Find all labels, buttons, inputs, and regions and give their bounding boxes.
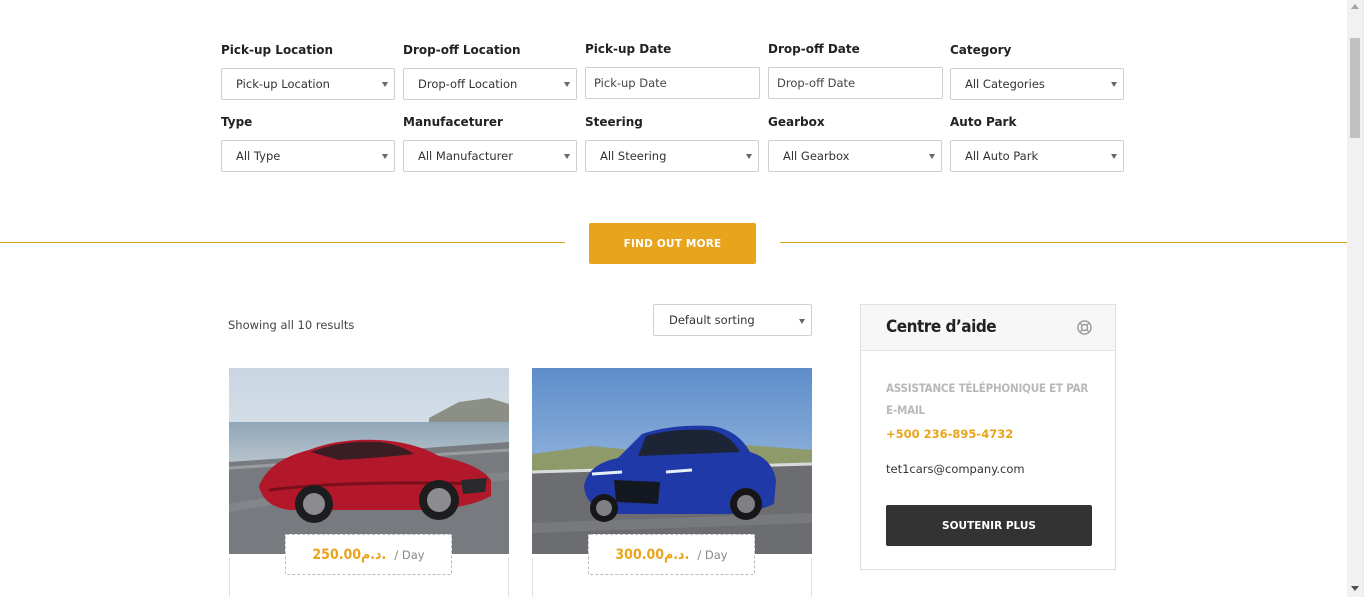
find-out-more-button[interactable]: FIND OUT MORE [589, 223, 756, 264]
pickup-date-placeholder: Pick-up Date [594, 76, 667, 90]
car-image[interactable] [532, 368, 812, 554]
category-select[interactable]: All Categories [950, 68, 1124, 100]
page: Pick-up Location Drop-off Location Pick-… [0, 0, 1371, 597]
scroll-thumb[interactable] [1350, 38, 1360, 138]
divider-left [0, 242, 565, 243]
lifebuoy-icon [1077, 320, 1092, 335]
support-more-button[interactable]: SOUTENIR PLUS [886, 505, 1092, 546]
price-tag: 250.00د.م. / Day [285, 534, 452, 575]
dropoff-location-label: Drop-off Location [403, 43, 521, 57]
help-title: Centre d’aide [886, 317, 997, 337]
chevron-down-icon [1111, 82, 1117, 87]
chevron-down-icon [1111, 154, 1117, 159]
help-header: Centre d’aide [861, 305, 1115, 351]
chevron-down-icon [564, 82, 570, 87]
chevron-down-icon [746, 154, 752, 159]
auto-park-label: Auto Park [950, 115, 1017, 129]
sorting-select[interactable]: Default sorting [653, 304, 812, 336]
pickup-location-value: Pick-up Location [236, 77, 330, 91]
chevron-down-icon [564, 154, 570, 159]
help-email[interactable]: tet1cars@company.com [886, 462, 1025, 476]
dropoff-date-label: Drop-off Date [768, 42, 860, 56]
help-widget: Centre d’aide ASSISTANCE TÉLÉPHONIQUE ET… [860, 304, 1116, 570]
price-value: 250.00د.م. [312, 546, 387, 563]
help-phone[interactable]: +500 236-895-4732 [886, 427, 1013, 441]
gearbox-select[interactable]: All Gearbox [768, 140, 942, 172]
type-label: Type [221, 115, 253, 129]
car-card[interactable]: 250.00د.م. / Day [229, 368, 509, 597]
scroll-down-icon[interactable] [1351, 586, 1359, 591]
pickup-location-select[interactable]: Pick-up Location [221, 68, 395, 100]
category-label: Category [950, 43, 1012, 57]
chevron-down-icon [929, 154, 935, 159]
pickup-date-label: Pick-up Date [585, 42, 672, 56]
type-select[interactable]: All Type [221, 140, 395, 172]
price-unit: / Day [394, 547, 425, 562]
window-edge [1363, 0, 1371, 597]
category-value: All Categories [965, 77, 1045, 91]
dropoff-location-value: Drop-off Location [418, 77, 518, 91]
results-count: Showing all 10 results [228, 318, 355, 332]
type-value: All Type [236, 149, 281, 163]
scrollbar[interactable] [1347, 0, 1363, 597]
sorting-value: Default sorting [669, 313, 755, 327]
dropoff-date-placeholder: Drop-off Date [777, 76, 856, 90]
scroll-up-icon[interactable] [1351, 4, 1359, 9]
chevron-down-icon [382, 82, 388, 87]
manufacturer-select[interactable]: All Manufacturer [403, 140, 577, 172]
price-value: 300.00د.م. [615, 546, 690, 563]
auto-park-value: All Auto Park [965, 149, 1039, 163]
gearbox-label: Gearbox [768, 115, 825, 129]
steering-label: Steering [585, 115, 643, 129]
chevron-down-icon [382, 154, 388, 159]
chevron-down-icon [799, 319, 805, 324]
price-unit: / Day [697, 547, 728, 562]
pickup-date-input[interactable]: Pick-up Date [585, 67, 760, 99]
manufacturer-value: All Manufacturer [418, 149, 513, 163]
divider-right [780, 242, 1347, 243]
steering-select[interactable]: All Steering [585, 140, 759, 172]
manufacturer-label: Manufaceturer [403, 115, 503, 129]
steering-value: All Steering [600, 149, 667, 163]
car-card[interactable]: 300.00د.م. / Day [532, 368, 812, 597]
auto-park-select[interactable]: All Auto Park [950, 140, 1124, 172]
help-subtitle: ASSISTANCE TÉLÉPHONIQUE ET PAR E-MAIL [886, 381, 1089, 417]
car-image[interactable] [229, 368, 509, 554]
price-tag: 300.00د.م. / Day [588, 534, 755, 575]
gearbox-value: All Gearbox [783, 149, 850, 163]
pickup-location-label: Pick-up Location [221, 43, 334, 57]
dropoff-location-select[interactable]: Drop-off Location [403, 68, 577, 100]
dropoff-date-input[interactable]: Drop-off Date [768, 67, 943, 99]
